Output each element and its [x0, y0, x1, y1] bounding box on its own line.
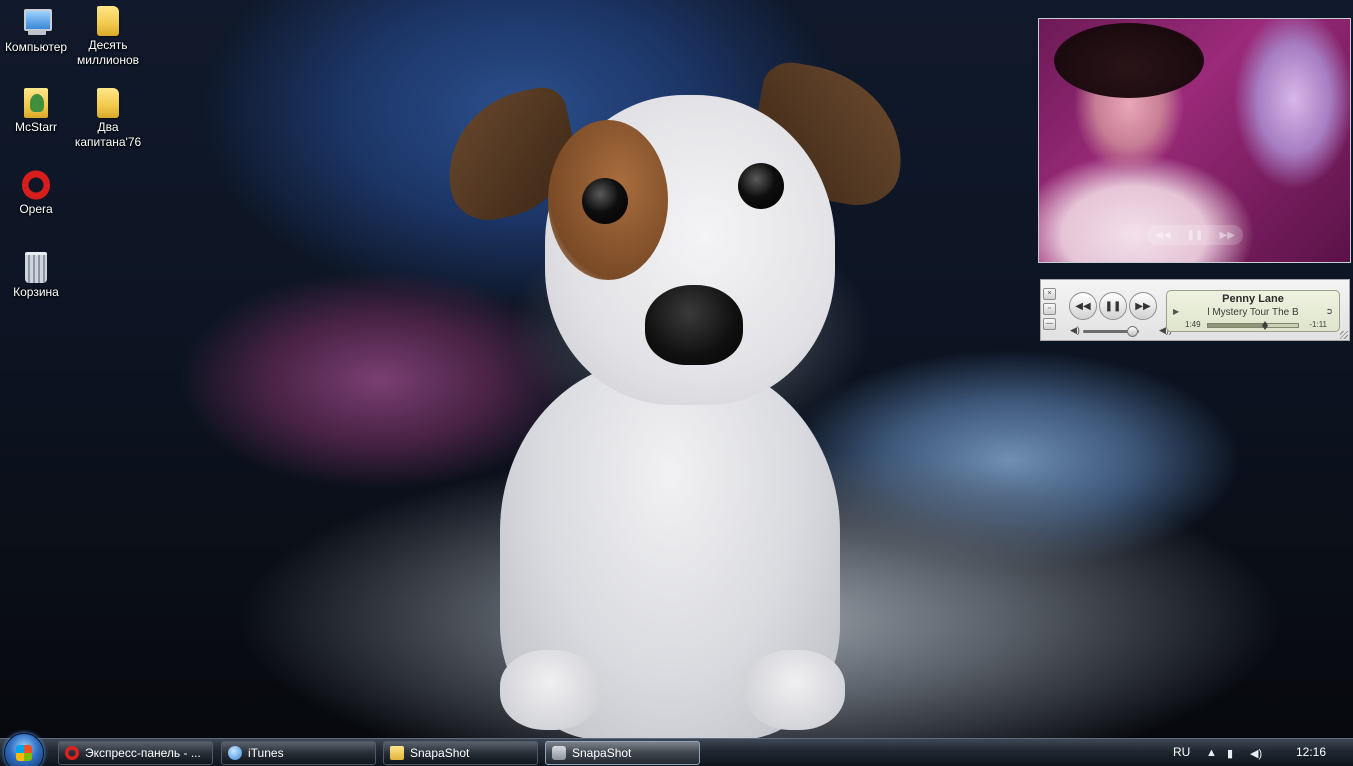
desktop-icon-recycle-bin[interactable]: Корзина	[0, 252, 72, 300]
taskbar: Экспресс-панель - ... iTunes SnapaShot S…	[0, 733, 1353, 766]
desktop: Компьютер Десять миллионов McStarr Два к…	[0, 0, 1353, 766]
folder-icon	[390, 746, 404, 760]
track-subtitle: l Mystery Tour The B	[1207, 307, 1299, 318]
video-controls-overlay[interactable]: ◀◀ ❚❚ ▶▶	[1147, 225, 1243, 245]
minimize-icon[interactable]: —	[1043, 318, 1056, 330]
desktop-icon-user-folder[interactable]: McStarr	[0, 88, 72, 135]
pause-icon: ❚❚	[1104, 300, 1122, 312]
folder-icon	[97, 88, 119, 118]
volume-low-icon: ◀)	[1070, 325, 1080, 335]
elapsed-time: 1:49	[1185, 320, 1201, 329]
next-track-button[interactable]: ▶▶	[1129, 292, 1157, 320]
restore-icon[interactable]: ▫	[1043, 303, 1056, 315]
track-progress-bar[interactable]	[1207, 321, 1299, 330]
desktop-icon-folder-ten-million[interactable]: Десять миллионов	[72, 6, 144, 68]
language-indicator[interactable]: RU	[1173, 745, 1190, 759]
computer-icon	[20, 6, 52, 38]
taskbar-item-label: Экспресс-панель - ...	[85, 746, 201, 760]
speaker-icon[interactable]: ◀)	[1250, 747, 1262, 760]
camera-icon	[552, 746, 566, 760]
taskbar-item-snapashot-app[interactable]: SnapaShot	[545, 741, 700, 765]
device-icon[interactable]: ▮	[1227, 747, 1233, 760]
start-button[interactable]	[4, 733, 44, 766]
desktop-icon-label: McStarr	[15, 120, 57, 134]
itunes-mini-player[interactable]: × ▫ — ◀◀ ❚❚ ▶▶ ◀) ◀)) Penny Lane ▶ l Mys…	[1040, 279, 1350, 341]
desktop-icon-folder-two-captains[interactable]: Два капитана'76	[72, 88, 144, 150]
desktop-icon-opera[interactable]: Opera	[0, 170, 72, 217]
desktop-icon-label: Корзина	[13, 285, 59, 299]
play-icon[interactable]: ▶	[1173, 307, 1179, 316]
taskbar-item-opera[interactable]: Экспресс-панель - ...	[58, 741, 213, 765]
taskbar-item-label: SnapaShot	[410, 746, 470, 760]
desktop-icon-label: Десять миллионов	[76, 38, 139, 67]
now-playing-display: Penny Lane ▶ l Mystery Tour The B ➲ 1:49…	[1166, 290, 1340, 332]
clock[interactable]: 12:16	[1296, 745, 1326, 759]
user-folder-icon	[24, 88, 48, 118]
close-icon[interactable]: ×	[1043, 288, 1056, 300]
fast-forward-icon: ▶▶	[1135, 300, 1151, 312]
rewind-icon: ◀◀	[1075, 300, 1091, 312]
taskbar-item-label: iTunes	[248, 746, 284, 760]
taskbar-item-itunes[interactable]: iTunes	[221, 741, 376, 765]
opera-icon	[22, 170, 50, 200]
previous-icon[interactable]: ◀◀	[1155, 230, 1170, 241]
desktop-icon-label: Opera	[19, 202, 53, 216]
desktop-icon-computer[interactable]: Компьютер	[0, 6, 72, 55]
desktop-icon-label: Компьютер	[4, 40, 68, 54]
pause-icon[interactable]: ❚❚	[1187, 230, 1204, 241]
taskbar-item-label: SnapaShot	[572, 746, 632, 760]
resize-grip[interactable]	[1340, 331, 1348, 339]
recycle-bin-icon	[25, 252, 47, 283]
play-pause-button[interactable]: ❚❚	[1099, 292, 1127, 320]
previous-track-button[interactable]: ◀◀	[1069, 292, 1097, 320]
playhead[interactable]	[1262, 321, 1269, 330]
go-arrow-icon[interactable]: ➲	[1325, 306, 1333, 317]
track-title: Penny Lane	[1222, 293, 1284, 305]
folder-icon	[97, 6, 119, 36]
itunes-icon	[228, 746, 242, 760]
opera-icon	[65, 746, 79, 760]
show-hidden-icons-icon[interactable]: ▲	[1206, 747, 1217, 759]
desktop-icon-label: Два капитана'76	[74, 120, 142, 149]
next-icon[interactable]: ▶▶	[1220, 230, 1235, 241]
volume-slider-knob[interactable]	[1127, 326, 1139, 337]
taskbar-item-snapashot-folder[interactable]: SnapaShot	[383, 741, 538, 765]
video-preview-window[interactable]: ◀◀ ❚❚ ▶▶	[1038, 18, 1351, 263]
remaining-time: -1:11	[1309, 320, 1327, 329]
